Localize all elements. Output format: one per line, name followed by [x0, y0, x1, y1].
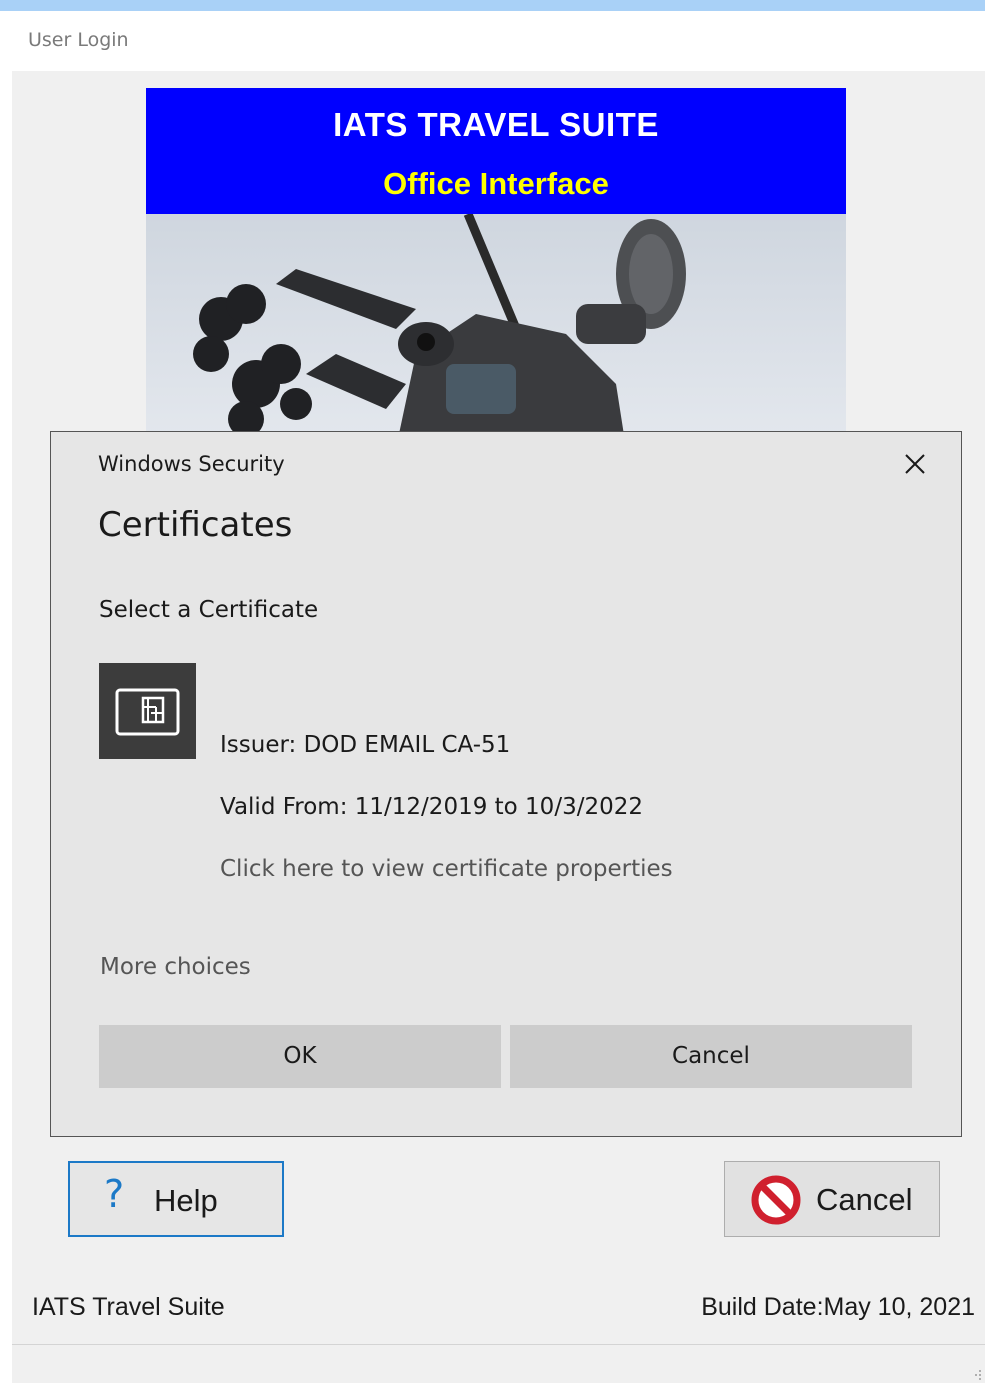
- help-button-label: Help: [154, 1183, 218, 1218]
- select-certificate-prompt: Select a Certificate: [99, 597, 319, 623]
- app-name-label: IATS Travel Suite: [32, 1293, 225, 1321]
- window-title: User Login: [28, 29, 129, 51]
- window-titlebar: User Login: [12, 11, 985, 71]
- close-icon[interactable]: [901, 450, 929, 478]
- user-login-window: User Login IATS TRAVEL SUITE Office Inte…: [12, 11, 985, 1383]
- dialog-cancel-button[interactable]: Cancel: [510, 1025, 912, 1088]
- banner-title: IATS TRAVEL SUITE: [333, 106, 659, 143]
- dialog-title: Certificates: [98, 505, 293, 545]
- certificate-validity: Valid From: 11/12/2019 to 10/3/2022: [220, 794, 643, 820]
- top-highlight-strip: [0, 0, 985, 11]
- banner-subtitle: Office Interface: [383, 166, 609, 201]
- help-icon: ?: [104, 1172, 125, 1216]
- view-certificate-properties-link[interactable]: Click here to view certificate propertie…: [220, 856, 673, 882]
- helicopter-photo: [146, 214, 846, 448]
- cancel-prohibited-icon: [751, 1175, 801, 1225]
- build-date-label: Build Date:May 10, 2021: [701, 1293, 975, 1321]
- more-choices-link[interactable]: More choices: [100, 954, 251, 980]
- status-bar-divider: [12, 1344, 985, 1345]
- windows-security-dialog: Windows Security Certificates Select a C…: [50, 431, 962, 1137]
- certificate-issuer: Issuer: DOD EMAIL CA-51: [220, 732, 511, 758]
- banner-header: IATS TRAVEL SUITE Office Interface: [146, 88, 846, 214]
- certificate-card-icon[interactable]: [99, 663, 196, 759]
- ok-button[interactable]: OK: [99, 1025, 501, 1088]
- app-banner: IATS TRAVEL SUITE Office Interface: [146, 88, 846, 448]
- cancel-button-label: Cancel: [816, 1182, 913, 1217]
- help-button[interactable]: ? Help: [68, 1161, 284, 1237]
- cancel-button[interactable]: Cancel: [724, 1161, 940, 1237]
- dialog-heading: Windows Security: [98, 452, 285, 476]
- resize-grip-icon[interactable]: [970, 1368, 982, 1380]
